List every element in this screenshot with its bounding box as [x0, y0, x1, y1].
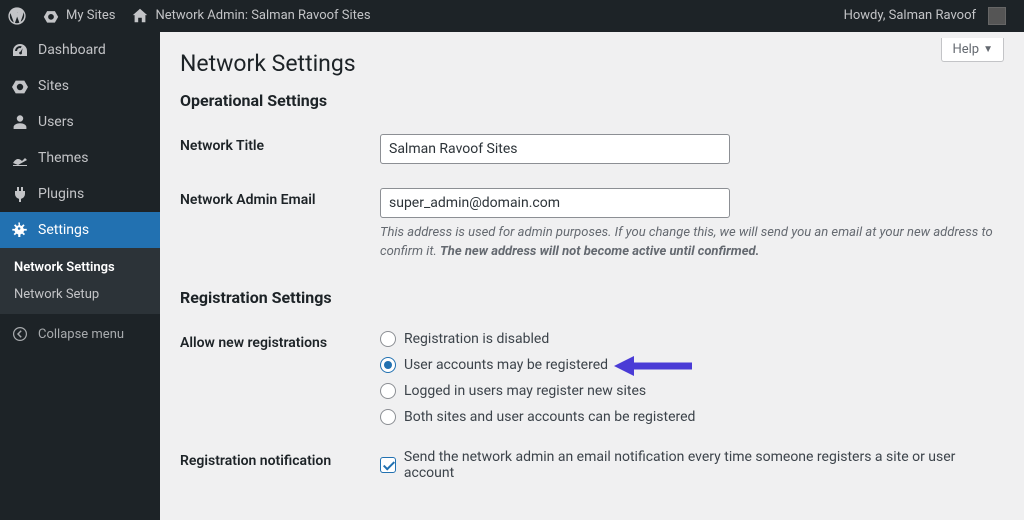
collapse-label: Collapse menu [38, 327, 124, 342]
sidebar-item-users[interactable]: Users [0, 104, 160, 140]
adminbar-networkadmin[interactable]: Network Admin: Salman Ravoof Sites [123, 0, 378, 32]
multisite-icon [42, 7, 60, 25]
sidebar-submenu-settings: Network Settings Network Setup [0, 248, 160, 314]
operational-settings-table: Network Title Network Admin Email This a… [180, 122, 1004, 274]
avatar [988, 7, 1006, 25]
admin-sidebar: Dashboard Sites Users Themes Plugins [0, 32, 160, 520]
sidebar-item-label: Settings [38, 222, 89, 238]
chevron-down-icon: ▼ [983, 44, 993, 55]
reg-option-user-label: User accounts may be registered [404, 357, 608, 373]
sidebar-item-settings[interactable]: Settings [0, 212, 160, 248]
settings-icon [10, 220, 30, 240]
adminbar-account[interactable]: Howdy, Salman Ravoof [836, 0, 1014, 32]
section-registration-title: Registration Settings [180, 288, 1004, 307]
help-label: Help [952, 42, 979, 57]
wordpress-logo-icon [8, 7, 26, 25]
sites-icon [10, 76, 30, 96]
sidebar-item-label: Sites [38, 78, 69, 94]
registration-settings-table: Allow new registrations Registration is … [180, 319, 1004, 493]
network-title-input[interactable] [380, 134, 730, 164]
collapse-menu[interactable]: Collapse menu [0, 314, 160, 354]
admin-bar: My Sites Network Admin: Salman Ravoof Si… [0, 0, 1024, 32]
page-title: Network Settings [180, 50, 1004, 77]
sidebar-item-label: Themes [38, 150, 88, 166]
reg-option-none-label: Registration is disabled [404, 331, 549, 347]
adminbar-wp-logo[interactable] [0, 7, 34, 25]
collapse-icon [10, 324, 30, 344]
reg-option-user[interactable]: User accounts may be registered [380, 357, 1004, 373]
reg-option-blog-radio[interactable] [380, 383, 396, 399]
subitem-network-settings[interactable]: Network Settings [0, 254, 160, 281]
adminbar-mysites-label: My Sites [66, 0, 115, 32]
allow-registrations-label: Allow new registrations [180, 319, 380, 437]
registration-notification-text: Send the network admin an email notifica… [404, 449, 1004, 481]
sidebar-item-plugins[interactable]: Plugins [0, 176, 160, 212]
reg-option-all[interactable]: Both sites and user accounts can be regi… [380, 409, 1004, 425]
home-icon [131, 7, 149, 25]
subitem-network-setup[interactable]: Network Setup [0, 281, 160, 308]
registration-notification-label: Registration notification [180, 437, 380, 493]
reg-option-none[interactable]: Registration is disabled [380, 331, 1004, 347]
admin-email-desc-strong: The new address will not become active u… [440, 244, 759, 259]
section-operational-title: Operational Settings [180, 91, 1004, 110]
registration-notification-row[interactable]: Send the network admin an email notifica… [380, 449, 1004, 481]
adminbar-mysites[interactable]: My Sites [34, 0, 123, 32]
sidebar-item-label: Plugins [38, 186, 84, 202]
dashboard-icon [10, 40, 30, 60]
reg-option-none-radio[interactable] [380, 331, 396, 347]
sidebar-item-sites[interactable]: Sites [0, 68, 160, 104]
adminbar-networkadmin-label: Network Admin: Salman Ravoof Sites [155, 0, 370, 32]
sidebar-item-label: Users [38, 114, 74, 130]
reg-option-blog-label: Logged in users may register new sites [404, 383, 646, 399]
reg-option-all-radio[interactable] [380, 409, 396, 425]
registration-notification-checkbox[interactable] [380, 457, 396, 473]
adminbar-howdy-label: Howdy, Salman Ravoof [844, 0, 976, 32]
plugins-icon [10, 184, 30, 204]
themes-icon [10, 148, 30, 168]
sidebar-item-themes[interactable]: Themes [0, 140, 160, 176]
users-icon [10, 112, 30, 132]
network-title-label: Network Title [180, 122, 380, 176]
admin-email-input[interactable] [380, 188, 730, 218]
admin-email-label: Network Admin Email [180, 176, 380, 274]
reg-option-blog[interactable]: Logged in users may register new sites [380, 383, 1004, 399]
sidebar-item-label: Dashboard [38, 42, 106, 58]
sidebar-item-dashboard[interactable]: Dashboard [0, 32, 160, 68]
admin-email-description: This address is used for admin purposes.… [380, 224, 1004, 262]
content-area: Help ▼ Network Settings Operational Sett… [160, 32, 1024, 520]
reg-option-user-radio[interactable] [380, 357, 396, 373]
help-tab[interactable]: Help ▼ [941, 38, 1004, 62]
reg-option-all-label: Both sites and user accounts can be regi… [404, 409, 695, 425]
